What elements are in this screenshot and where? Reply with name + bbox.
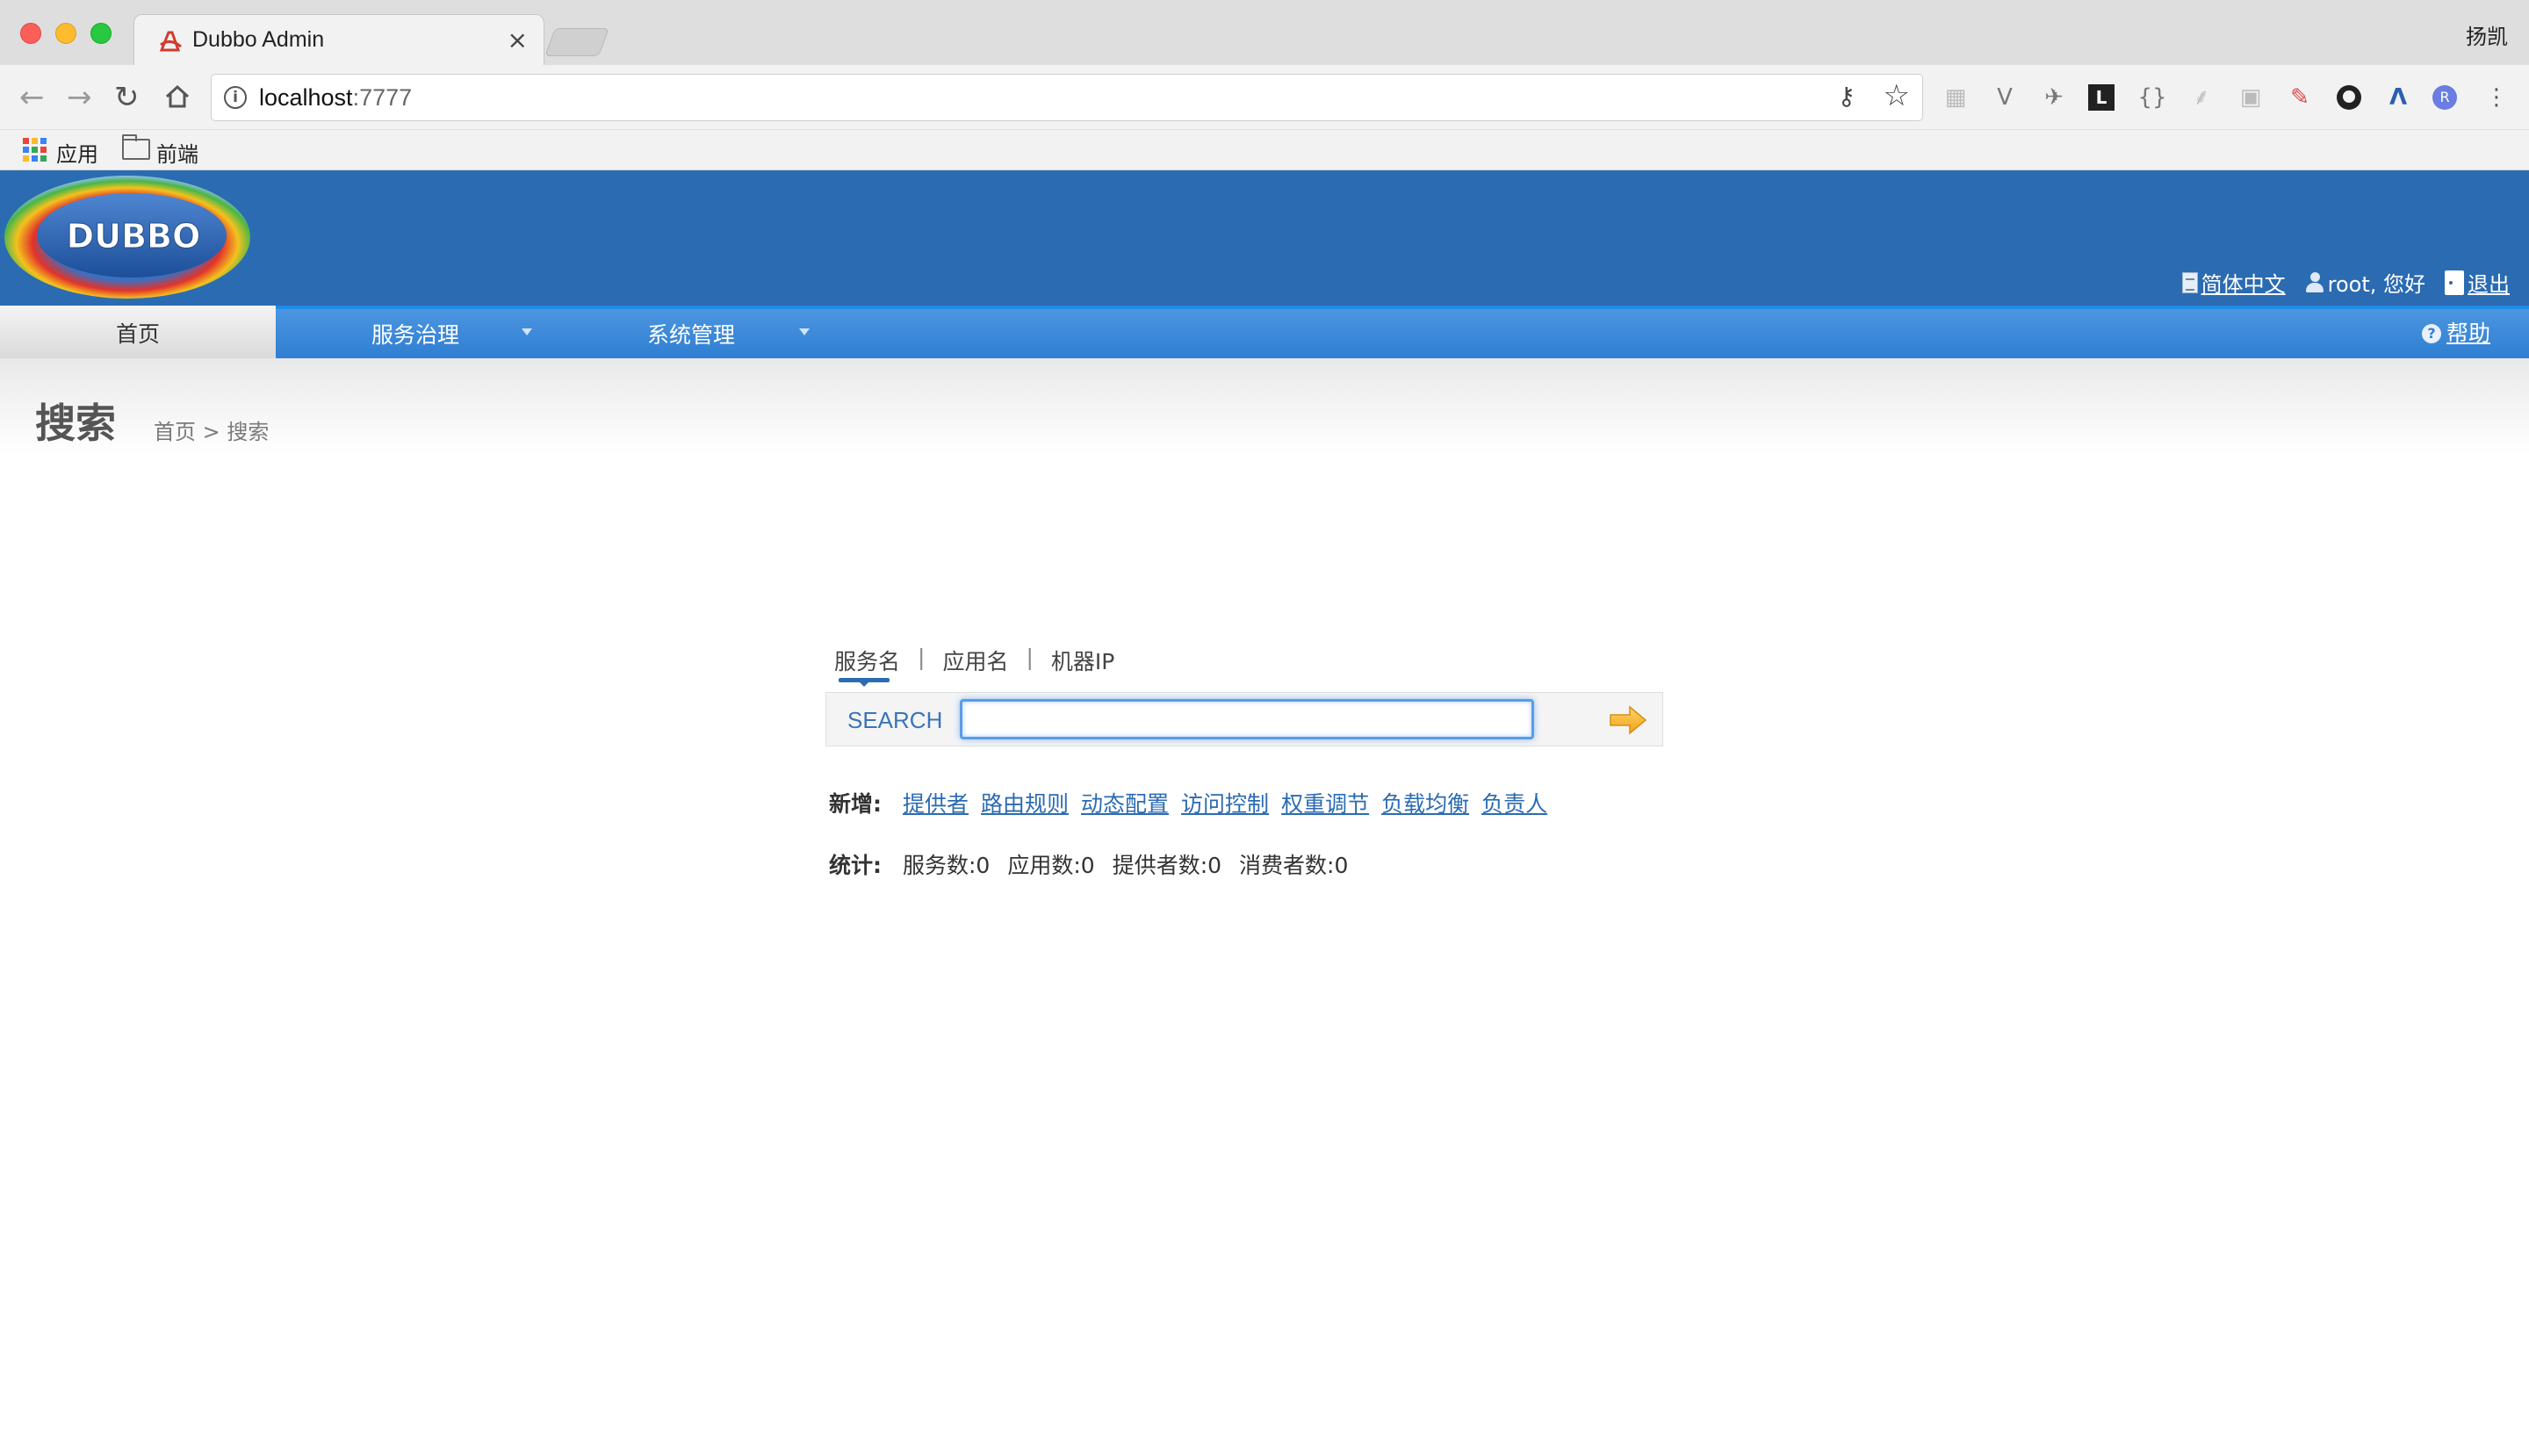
- tab-service-name[interactable]: 服务名: [834, 645, 900, 676]
- github-icon[interactable]: [2334, 83, 2364, 112]
- active-tab-indicator: [839, 678, 890, 687]
- nav-service-governance[interactable]: 服务治理: [371, 309, 459, 358]
- profile-name[interactable]: 扬凯: [2466, 19, 2508, 50]
- stat-service-count: 服务数:0: [903, 853, 991, 878]
- extension-l-icon[interactable]: L: [2088, 84, 2115, 111]
- nav-home[interactable]: 首页: [0, 306, 276, 362]
- tab-application-name[interactable]: 应用名: [942, 645, 1008, 676]
- page-title: 搜索: [35, 400, 116, 447]
- window-maximize-button[interactable]: [90, 23, 112, 44]
- stats-label: 统计:: [829, 853, 882, 878]
- header-links: 简体中文 root, 您好 退出: [2181, 267, 2510, 298]
- breadcrumb: 首页 > 搜索: [154, 420, 270, 444]
- bookmark-folder-frontend[interactable]: 前端: [156, 137, 198, 168]
- extension-tree-icon[interactable]: ⸙: [2187, 83, 2216, 112]
- user-greeting-text: root, 您好: [2327, 272, 2425, 297]
- search-input[interactable]: [960, 699, 1534, 739]
- key-icon[interactable]: ⚷: [1837, 82, 1855, 111]
- extension-grid-icon[interactable]: ▦: [1941, 83, 1971, 112]
- site-info-icon[interactable]: i: [224, 86, 247, 109]
- add-load-balance-link[interactable]: 负载均衡: [1381, 787, 1469, 818]
- app-header: DUBBO 简体中文 root, 您好 退出: [0, 170, 2529, 306]
- search-label: SEARCH: [847, 707, 943, 733]
- logout-link-label[interactable]: 退出: [2468, 267, 2510, 298]
- dubbo-favicon-icon: [159, 31, 182, 52]
- window-minimize-button[interactable]: [55, 23, 76, 44]
- stats-row: 统计: 服务数:0 应用数:0 提供者数:0 消费者数:0: [829, 848, 1348, 880]
- logout-link[interactable]: 退出: [2445, 267, 2510, 298]
- language-link-label[interactable]: 简体中文: [2201, 267, 2286, 298]
- tab-separator: |: [918, 645, 926, 670]
- chevron-down-icon[interactable]: [522, 328, 532, 335]
- apps-grid-icon[interactable]: [23, 138, 47, 162]
- add-provider-link[interactable]: 提供者: [903, 787, 969, 818]
- back-arrow-icon[interactable]: ←: [19, 81, 45, 114]
- reload-icon[interactable]: ↻: [114, 81, 140, 114]
- forward-arrow-icon[interactable]: →: [67, 81, 92, 114]
- help-question-icon: ?: [2421, 324, 2441, 343]
- bookmark-star-icon[interactable]: ☆: [1884, 78, 1910, 113]
- search-arrow-icon[interactable]: [1609, 705, 1647, 735]
- browser-titlebar: Dubbo Admin × 扬凯: [0, 0, 2529, 67]
- main-nav: 首页 服务治理 系统管理 ? 帮助: [0, 306, 2529, 362]
- bookmark-apps[interactable]: 应用: [56, 137, 98, 168]
- add-weight-link[interactable]: 权重调节: [1281, 787, 1369, 818]
- home-icon[interactable]: [163, 83, 191, 111]
- tab-close-icon[interactable]: ×: [508, 25, 528, 54]
- new-tab-button[interactable]: [544, 28, 609, 56]
- add-route-rule-link[interactable]: 路由规则: [981, 787, 1069, 818]
- extension-box-icon[interactable]: ▣: [2236, 83, 2266, 112]
- extension-v-icon[interactable]: V: [1990, 83, 2020, 112]
- tab-title: Dubbo Admin: [192, 27, 325, 52]
- dubbo-logo[interactable]: DUBBO: [2, 174, 253, 302]
- help-link-label[interactable]: 帮助: [2446, 308, 2490, 359]
- address-bar[interactable]: i localhost:7777 ⚷ ☆: [211, 74, 1923, 121]
- tab-separator: |: [1026, 645, 1034, 670]
- stat-provider-count: 提供者数:0: [1112, 853, 1222, 878]
- url-text[interactable]: localhost:7777: [259, 84, 412, 112]
- exit-door-icon: [2445, 270, 2464, 295]
- document-icon: [2181, 271, 2198, 293]
- browser-toolbar: ← → ↻ i localhost:7777 ⚷ ☆ ▦ V ✈ L {} ⸙ …: [0, 65, 2529, 130]
- search-type-tabs: 服务名 | 应用名 | 机器IP: [834, 645, 1114, 676]
- browser-tab-active[interactable]: Dubbo Admin ×: [133, 14, 544, 67]
- user-icon: [2305, 271, 2324, 293]
- quick-add-label: 新增:: [829, 791, 882, 817]
- language-link[interactable]: 简体中文: [2181, 267, 2286, 298]
- add-access-control-link[interactable]: 访问控制: [1181, 787, 1269, 818]
- window-close-button[interactable]: [20, 23, 41, 44]
- quick-add-row: 新增: 提供者 路由规则 动态配置 访问控制 权重调节 负载均衡 负责人: [829, 787, 1547, 818]
- user-greeting: root, 您好: [2305, 267, 2425, 298]
- stat-application-count: 应用数:0: [1007, 853, 1095, 878]
- add-dynamic-config-link[interactable]: 动态配置: [1081, 787, 1169, 818]
- extension-r-icon[interactable]: R: [2432, 85, 2457, 110]
- chevron-down-icon[interactable]: [799, 328, 810, 335]
- stat-consumer-count: 消费者数:0: [1239, 853, 1349, 878]
- help-link[interactable]: ? 帮助: [2421, 308, 2490, 359]
- tab-machine-ip[interactable]: 机器IP: [1051, 645, 1114, 676]
- add-owner-link[interactable]: 负责人: [1481, 787, 1547, 818]
- bookmarks-bar: 应用 前端: [0, 130, 2529, 170]
- extension-braces-icon[interactable]: {}: [2137, 83, 2167, 112]
- browser-menu-icon[interactable]: ⋮: [2482, 83, 2511, 112]
- extension-lambda-icon[interactable]: Λ: [2383, 83, 2413, 112]
- svg-text:DUBBO: DUBBO: [67, 217, 201, 256]
- page-subheader: 搜索 首页 > 搜索: [0, 358, 2529, 455]
- extension-bird-icon[interactable]: ✈: [2039, 83, 2069, 112]
- extension-pen-icon[interactable]: ✎: [2285, 83, 2315, 112]
- search-box: SEARCH: [825, 692, 1663, 746]
- folder-icon: [122, 134, 150, 160]
- nav-system-management[interactable]: 系统管理: [647, 309, 735, 358]
